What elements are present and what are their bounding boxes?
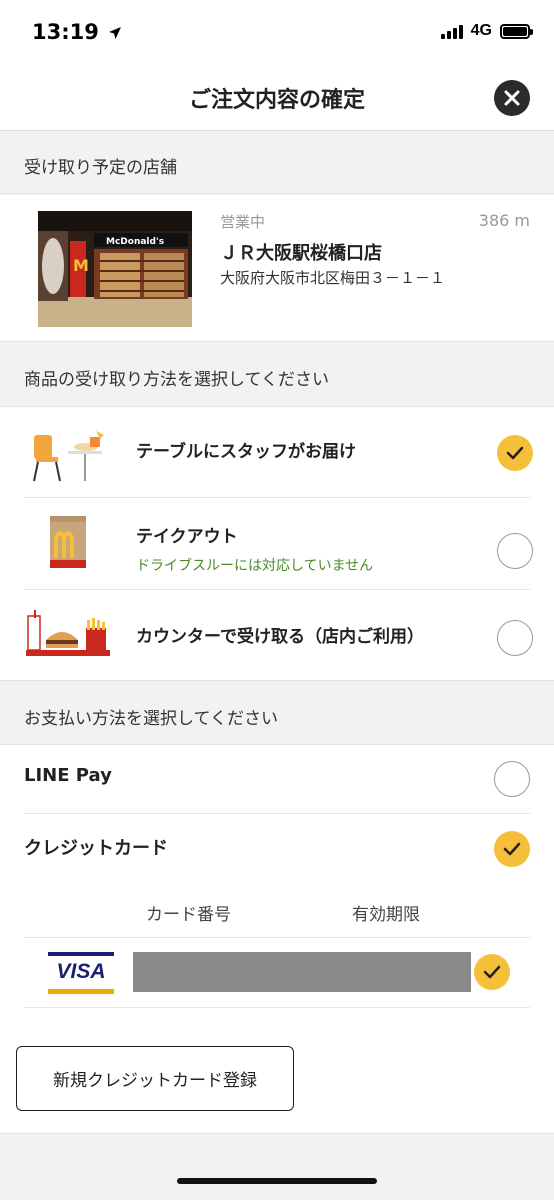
pickup-option-takeout[interactable]: テイクアウト ドライブスルーには対応していません <box>0 498 554 589</box>
payment-option-radio[interactable] <box>494 761 530 797</box>
card-number-header: カード番号 <box>146 905 231 925</box>
payment-option-check[interactable] <box>494 831 530 867</box>
payment-option-label: クレジットカード <box>24 838 168 859</box>
payment-option-credit-card[interactable]: クレジットカード <box>0 814 554 884</box>
store-distance: 386 m <box>478 211 530 230</box>
signal-icon <box>440 23 463 39</box>
battery-icon <box>500 23 533 39</box>
counter-tray-icon <box>26 610 110 662</box>
store-card[interactable]: M McDonald's 営業中 386 m ＪＲ大阪駅桜橋口店 大阪府大阪市北… <box>0 195 554 342</box>
pickup-option-radio[interactable] <box>497 533 533 569</box>
pickup-option-note: ドライブスルーには対応していません <box>136 558 374 574</box>
svg-text:M: M <box>73 256 89 275</box>
network-type: 4G <box>470 22 492 39</box>
check-icon <box>503 842 521 856</box>
pickup-option-counter[interactable]: カウンターで受け取る（店内ご利用） <box>0 590 554 681</box>
card-check[interactable] <box>474 954 510 990</box>
pickup-option-radio[interactable] <box>497 620 533 656</box>
store-address: 大阪府大阪市北区梅田３－１－１ <box>220 269 446 287</box>
close-button[interactable] <box>494 80 530 116</box>
pickup-option-label: カウンターで受け取る（店内ご利用） <box>136 627 424 647</box>
location-arrow-icon <box>109 27 122 39</box>
saved-card-row[interactable]: VISA <box>0 952 554 994</box>
close-icon <box>504 90 520 106</box>
card-brand: VISA <box>56 960 106 983</box>
status-bar: 13:19 4G <box>0 0 554 64</box>
home-indicator[interactable] <box>177 1178 377 1184</box>
divider <box>24 1007 530 1008</box>
pickup-section-heading-text: 商品の受け取り方法を選択してください <box>24 370 329 390</box>
card-expiry-header: 有効期限 <box>352 905 420 925</box>
pickup-options: テーブルにスタッフがお届け テイクアウト ドライブスルーには対応していません カ… <box>0 407 554 681</box>
payment-option-line-pay[interactable]: LINE Pay <box>0 745 554 813</box>
store-sign-text: McDonald's <box>106 237 164 247</box>
status-time: 13:19 <box>32 20 122 44</box>
clock-text: 13:19 <box>32 20 99 44</box>
pickup-option-check[interactable] <box>497 435 533 471</box>
check-icon <box>483 965 501 979</box>
store-section-heading-text: 受け取り予定の店舗 <box>24 158 177 178</box>
pickup-section-heading: 商品の受け取り方法を選択してください <box>0 343 554 407</box>
check-icon <box>506 446 524 460</box>
payment-section-heading: お支払い方法を選択してください <box>0 682 554 745</box>
store-photo: M McDonald's <box>38 211 192 327</box>
page-header: ご注文内容の確定 <box>0 64 554 131</box>
page-title: ご注文内容の確定 <box>188 88 365 113</box>
pickup-option-table-delivery[interactable]: テーブルにスタッフがお届け <box>0 407 554 497</box>
payment-section-heading-text: お支払い方法を選択してください <box>24 709 278 729</box>
store-status: 営業中 <box>220 213 266 231</box>
visa-logo: VISA <box>48 952 114 994</box>
store-name: ＪＲ大阪駅桜橋口店 <box>220 243 382 264</box>
table-delivery-icon <box>24 427 110 487</box>
store-section-heading: 受け取り予定の店舗 <box>0 132 554 194</box>
pickup-option-label: テイクアウト <box>136 527 238 547</box>
divider <box>24 937 530 938</box>
payment-option-label: LINE Pay <box>24 765 112 786</box>
takeout-bag-icon <box>50 516 86 572</box>
add-credit-card-button[interactable]: 新規クレジットカード登録 <box>16 1046 294 1111</box>
card-number-masked <box>133 952 471 992</box>
pickup-option-label: テーブルにスタッフがお届け <box>136 442 356 462</box>
